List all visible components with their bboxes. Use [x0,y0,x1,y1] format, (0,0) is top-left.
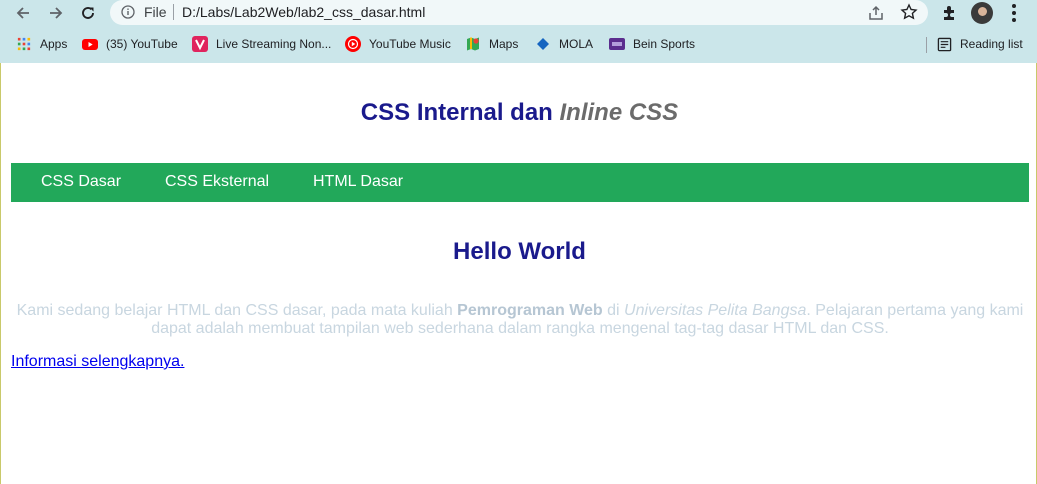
bookmark-label: MOLA [559,37,594,51]
nav-link-css-dasar[interactable]: CSS Dasar [41,173,121,191]
bookmark-vidio[interactable]: Live Streaming Non... [192,33,331,55]
reading-list-icon [936,36,952,52]
info-icon[interactable] [121,5,135,19]
bein-sports-icon [609,36,625,52]
kebab-menu-icon[interactable] [1006,3,1022,23]
reading-list-button[interactable]: Reading list [936,33,1023,55]
bookmark-label: Apps [40,37,68,51]
forward-button[interactable] [45,2,67,24]
content-heading: Hello World [453,238,586,265]
arrow-left-icon [16,7,29,19]
page-viewport: CSS Internal dan Inline CSS CSS Dasar CS… [0,63,1037,484]
arrow-right-icon [50,7,63,19]
bookmark-label: Bein Sports [633,37,696,51]
vidio-icon [192,36,208,52]
browser-chrome: File D:/Labs/Lab2Web/lab2_css_dasar.html… [0,0,1037,63]
top-navbar: CSS Dasar CSS Eksternal HTML Dasar [11,163,1029,202]
google-maps-icon [465,36,481,52]
intro-text-2: di [602,302,625,319]
page-title-main: CSS Internal dan [360,99,560,126]
mola-icon [535,36,551,52]
profile-avatar[interactable] [971,2,993,24]
star-icon[interactable] [900,3,918,21]
reload-icon [82,7,94,19]
puzzle-icon[interactable] [940,3,960,23]
back-button[interactable] [12,2,34,24]
page-title-italic: Inline CSS [559,99,679,126]
nav-link-css-eksternal[interactable]: CSS Eksternal [165,173,269,191]
nav-link-html-dasar[interactable]: HTML Dasar [313,173,403,191]
bookmark-label: (35) YouTube [106,37,178,51]
bookmark-mola[interactable]: MOLA [535,33,593,55]
reload-button[interactable] [77,2,99,24]
intro-paragraph: Kami sedang belajar HTML dan CSS dasar, … [11,302,1029,338]
intro-text-1: Kami sedang belajar HTML dan CSS dasar, … [16,302,458,319]
youtube-icon [82,36,98,52]
bookmark-youtube[interactable]: (35) YouTube [82,33,178,55]
omnibox-divider [173,4,174,20]
bookmark-maps[interactable]: Maps [465,33,518,55]
browser-toolbar: File D:/Labs/Lab2Web/lab2_css_dasar.html [0,0,1037,26]
address-bar[interactable]: File D:/Labs/Lab2Web/lab2_css_dasar.html [110,0,928,25]
apps-grid-icon [16,36,32,52]
bookmarks-divider [926,37,927,53]
page-title: CSS Internal dan Inline CSS [1,99,1037,127]
bookmark-youtube-music[interactable]: YouTube Music [345,33,451,55]
bookmark-label: Maps [489,37,519,51]
bookmarks-bar: Apps (35) YouTube Live Streaming Non... … [0,33,1037,55]
more-info-link[interactable]: Informasi selengkapnya. [11,353,184,371]
scheme-label: File [144,4,167,20]
url-text[interactable]: D:/Labs/Lab2Web/lab2_css_dasar.html [182,4,425,20]
bookmark-label: YouTube Music [369,37,451,51]
bookmark-label: Live Streaming Non... [216,37,332,51]
intro-course-name: Pemrograman Web [457,302,603,319]
share-icon[interactable] [867,4,885,22]
bookmark-bein-sports[interactable]: Bein Sports [609,33,695,55]
intro-university-name: Universitas Pelita Bangsa [624,302,807,319]
bookmark-apps[interactable]: Apps [16,33,67,55]
youtube-music-icon [345,36,361,52]
reading-list-label: Reading list [960,37,1023,51]
